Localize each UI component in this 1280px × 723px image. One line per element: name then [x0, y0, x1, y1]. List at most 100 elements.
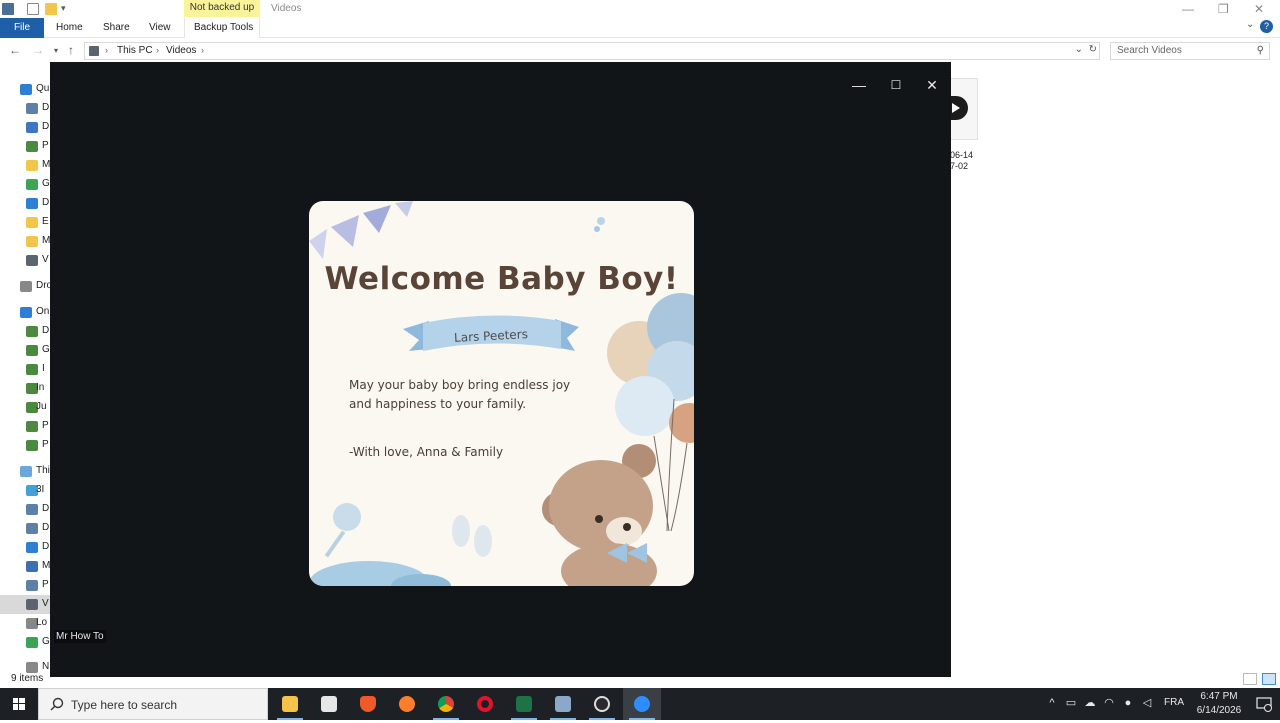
viewer-maximize-icon[interactable]: ☐: [886, 76, 906, 94]
taskbar-opera[interactable]: [466, 688, 504, 720]
taskbar-obs[interactable]: [583, 688, 621, 720]
nav-pane-item[interactable]: D: [0, 322, 50, 341]
nav-pane-item[interactable]: Thi: [0, 462, 50, 481]
nav-pane-item[interactable]: Qu: [0, 80, 50, 99]
help-icon[interactable]: ?: [1260, 20, 1273, 33]
properties-icon[interactable]: [27, 3, 39, 15]
nav-pane-item[interactable]: I: [0, 360, 50, 379]
card-signature: -With love, Anna & Family: [349, 445, 504, 459]
nav-pane-item[interactable]: On: [0, 303, 50, 322]
nav-pane-item[interactable]: In: [0, 379, 50, 398]
breadcrumb-this-pc[interactable]: This PC: [117, 45, 153, 56]
tab-backup-tools-label: Backup Tools: [194, 22, 254, 33]
microphone-icon[interactable]: ●: [1122, 697, 1134, 710]
nav-pane-item[interactable]: M: [0, 232, 50, 251]
recent-locations-chevron-icon[interactable]: ▾: [54, 46, 58, 55]
taskbar-microsoft-store[interactable]: [310, 688, 348, 720]
nav-item-icon: [26, 440, 38, 451]
viewer-minimize-icon[interactable]: —: [849, 76, 869, 94]
viewer-close-icon[interactable]: ✕: [922, 76, 942, 94]
nav-pane-item[interactable]: G: [0, 175, 50, 194]
nav-pane-item[interactable]: P: [0, 436, 50, 455]
show-hidden-icons-chevron-icon[interactable]: ^: [1046, 697, 1058, 710]
nav-item-label: Qu: [36, 83, 50, 94]
up-arrow-icon[interactable]: ↑: [68, 43, 74, 57]
nav-pane-item[interactable]: Dro: [0, 277, 50, 296]
breadcrumb-separator-icon[interactable]: ›: [156, 45, 159, 55]
nav-pane-item[interactable]: D: [0, 519, 50, 538]
taskbar-chrome[interactable]: [427, 688, 465, 720]
card-title: Welcome Baby Boy!: [324, 261, 679, 297]
tab-backup-tools[interactable]: Backup Tools: [184, 18, 260, 38]
start-button[interactable]: [0, 688, 38, 720]
navigation-pane: Qu D D P M G D E M V Dro On D G I In Ju P P Thi 3I D D D M P V Lo G N: [0, 70, 50, 673]
breadcrumb-separator-icon[interactable]: ›: [201, 45, 204, 55]
tab-file[interactable]: File: [0, 18, 44, 38]
nav-pane-item[interactable]: D: [0, 99, 50, 118]
nav-pane-item[interactable]: 3I: [0, 481, 50, 500]
nav-pane-item[interactable]: P: [0, 576, 50, 595]
search-input[interactable]: Search Videos ⚲: [1110, 42, 1270, 60]
taskbar-firefox[interactable]: [388, 688, 426, 720]
back-arrow-icon[interactable]: ←: [9, 43, 21, 57]
tab-view[interactable]: View: [149, 22, 171, 33]
taskbar-calculator[interactable]: [544, 688, 582, 720]
address-bar[interactable]: › This PC › Videos › ⌄ ↻: [84, 42, 1100, 60]
nav-pane-item[interactable]: Ju: [0, 398, 50, 417]
taskbar-excel[interactable]: [505, 688, 543, 720]
address-dropdown-chevron-icon[interactable]: ⌄: [1075, 44, 1083, 55]
forward-arrow-icon[interactable]: →: [32, 43, 44, 57]
nav-item-icon: [20, 466, 32, 477]
new-folder-icon[interactable]: [45, 3, 57, 15]
nav-pane-item[interactable]: V: [0, 595, 50, 614]
tab-home[interactable]: Home: [56, 22, 83, 33]
wifi-icon[interactable]: ◠: [1103, 697, 1115, 710]
expand-ribbon-chevron-icon[interactable]: ⌄: [1246, 19, 1254, 30]
nav-pane-item[interactable]: D: [0, 194, 50, 213]
onedrive-icon[interactable]: ☁: [1084, 697, 1096, 710]
input-language[interactable]: FRA: [1164, 697, 1184, 708]
nav-pane-item[interactable]: D: [0, 500, 50, 519]
breadcrumb-videos[interactable]: Videos: [166, 45, 196, 56]
nav-pane-item[interactable]: P: [0, 137, 50, 156]
nav-item-icon: [26, 599, 38, 610]
nav-pane-item[interactable]: M: [0, 156, 50, 175]
video-file-thumbnail[interactable]: [950, 78, 980, 142]
volume-icon[interactable]: ◁: [1141, 697, 1153, 710]
customize-qat-chevron-icon[interactable]: ▾: [61, 3, 73, 15]
large-icons-view-icon[interactable]: [1262, 673, 1276, 685]
taskbar-search-input[interactable]: Type here to search: [38, 688, 268, 720]
taskbar-brave[interactable]: [349, 688, 387, 720]
video-file-name[interactable]: 06-14 7-02: [950, 150, 990, 172]
nav-item-label: P: [42, 140, 49, 151]
refresh-icon[interactable]: ↻: [1089, 44, 1097, 55]
nav-pane-item[interactable]: P: [0, 417, 50, 436]
nav-item-icon: [26, 542, 38, 553]
explorer-titlebar: ▾ Not backed up Videos — ❐ ✕: [0, 0, 1280, 18]
tab-share[interactable]: Share: [103, 22, 130, 33]
clock-date[interactable]: 6/14/2026: [1192, 705, 1246, 716]
details-view-icon[interactable]: [1243, 673, 1257, 685]
nav-pane-item[interactable]: D: [0, 118, 50, 137]
nav-pane-item[interactable]: G: [0, 633, 50, 652]
bunting-flag: [395, 201, 413, 217]
explorer-close-icon[interactable]: ✕: [1254, 2, 1264, 16]
taskbar-zoom[interactable]: [623, 688, 661, 720]
clock-time[interactable]: 6:47 PM: [1194, 691, 1244, 702]
battery-icon[interactable]: ▭: [1065, 697, 1077, 710]
nav-pane-item[interactable]: Lo: [0, 614, 50, 633]
footprint: [474, 525, 492, 557]
videos-folder-icon: [89, 46, 99, 56]
breadcrumb-separator-icon[interactable]: ›: [105, 45, 108, 55]
nav-pane-item[interactable]: E: [0, 213, 50, 232]
items-count: 9 items: [11, 673, 44, 684]
nav-item-label: 3I: [36, 484, 45, 495]
nav-pane-item[interactable]: V: [0, 251, 50, 270]
nav-pane-item[interactable]: D: [0, 538, 50, 557]
taskbar-file-explorer[interactable]: [271, 688, 309, 720]
explorer-minimize-icon[interactable]: —: [1182, 2, 1194, 16]
nav-pane-item[interactable]: G: [0, 341, 50, 360]
explorer-restore-icon[interactable]: ❐: [1218, 2, 1229, 16]
notification-icon[interactable]: [1256, 696, 1272, 712]
nav-pane-item[interactable]: M: [0, 557, 50, 576]
